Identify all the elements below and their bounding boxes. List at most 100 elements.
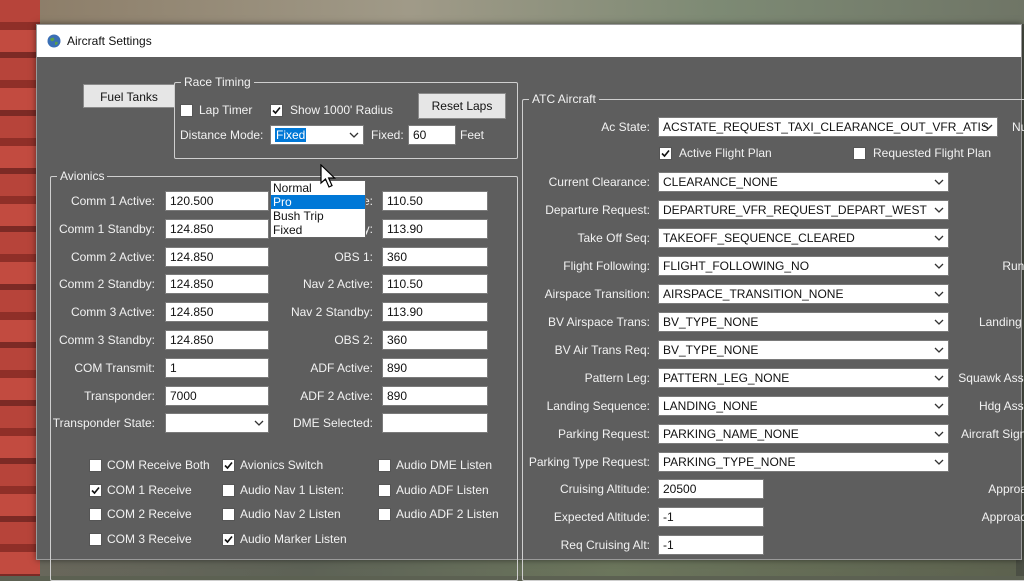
distance-mode-value: Fixed xyxy=(275,128,307,142)
chevron-down-icon xyxy=(934,179,944,185)
fixed-distance-input[interactable]: 60 xyxy=(408,125,456,145)
avionics-checkbox-label: Audio ADF 2 Listen xyxy=(396,507,499,521)
avionics-checkbox[interactable] xyxy=(222,532,235,546)
atc-field-value: BV_TYPE_NONE xyxy=(663,343,759,357)
avionics-field-input[interactable]: 124.850 xyxy=(165,302,269,323)
ac-state-clipped-label: Nu xyxy=(1012,120,1024,134)
avionics-checkbox[interactable] xyxy=(222,483,235,497)
ac-state-select[interactable]: ACSTATE_REQUEST_TAXI_CLEARANCE_OUT_VFR_A… xyxy=(658,117,998,137)
atc-side-label: Runw xyxy=(1002,259,1024,273)
check-icon xyxy=(272,106,281,115)
avionics-field-value: 124.850 xyxy=(170,333,214,347)
show-radius-label: Show 1000' Radius xyxy=(290,103,394,117)
dropdown-option[interactable]: Normal xyxy=(271,181,365,195)
avionics-field-input[interactable]: 110.50 xyxy=(382,191,488,211)
atc-field-select[interactable]: CLEARANCE_NONE xyxy=(658,172,949,192)
atc-side-label: Landing S xyxy=(978,315,1024,329)
avionics-field-input[interactable]: 890 xyxy=(382,357,488,378)
avionics-field-input[interactable]: 120.500 xyxy=(165,191,269,211)
reset-laps-button[interactable]: Reset Laps xyxy=(418,93,506,119)
avionics-field-label: Comm 1 Standby: xyxy=(58,221,155,236)
avionics-field-input[interactable]: 360 xyxy=(382,246,488,267)
avionics-checkbox[interactable] xyxy=(89,532,102,546)
avionics-checkbox[interactable] xyxy=(378,508,391,521)
backdrop-top-strip xyxy=(0,0,1024,24)
active-flight-plan-checkbox[interactable] xyxy=(659,147,672,160)
atc-field-input[interactable]: -1 xyxy=(658,507,764,527)
avionics-field-value: 1 xyxy=(170,360,177,375)
atc-field-select[interactable]: BV_TYPE_NONE xyxy=(658,312,949,332)
atc-field-select[interactable]: AIRSPACE_TRANSITION_NONE xyxy=(658,284,949,304)
lap-timer-checkbox[interactable] xyxy=(180,104,193,117)
chevron-down-icon xyxy=(934,403,944,409)
distance-mode-dropdown-list[interactable]: Normal Pro Bush Trip Fixed xyxy=(270,180,366,238)
avionics-field-input[interactable]: 360 xyxy=(382,330,488,350)
requested-flight-plan-checkbox[interactable] xyxy=(853,147,866,160)
chevron-down-icon xyxy=(934,235,944,241)
avionics-checkbox[interactable] xyxy=(89,459,102,472)
avionics-checkbox[interactable] xyxy=(89,508,102,521)
avionics-field-input[interactable]: 890 xyxy=(382,385,488,406)
avionics-field-value: 124.850 xyxy=(170,249,214,264)
transponder-state-select[interactable] xyxy=(165,413,269,434)
atc-field-label: Landing Sequence: xyxy=(546,399,650,413)
avionics-field-input[interactable]: 124.850 xyxy=(165,330,269,350)
chevron-down-icon xyxy=(934,459,944,465)
check-icon xyxy=(91,486,100,494)
atc-field-label: Parking Type Request: xyxy=(528,455,650,469)
atc-field-select[interactable]: FLIGHT_FOLLOWING_NO xyxy=(658,256,949,276)
title-bar[interactable]: Aircraft Settings xyxy=(37,25,1021,57)
window-title: Aircraft Settings xyxy=(67,34,152,48)
atc-field-select[interactable]: LANDING_NONE xyxy=(658,396,949,416)
atc-field-label: Cruising Altitude: xyxy=(559,482,650,496)
avionics-field-input[interactable]: 124.850 xyxy=(165,246,269,267)
avionics-field-label: COM Transmit: xyxy=(74,360,155,375)
atc-field-value: AIRSPACE_TRANSITION_NONE xyxy=(663,287,844,301)
atc-field-select[interactable]: PARKING_TYPE_NONE xyxy=(658,452,949,472)
atc-field-label: Parking Request: xyxy=(557,427,650,441)
chevron-down-icon xyxy=(934,375,944,381)
atc-field-select[interactable]: PARKING_NAME_NONE xyxy=(658,424,949,444)
avionics-field-input[interactable]: 110.50 xyxy=(382,274,488,295)
atc-field-select[interactable]: BV_TYPE_NONE xyxy=(658,340,949,360)
avionics-field-input[interactable]: 7000 xyxy=(165,385,269,406)
avionics-checkbox-label: COM 2 Receive xyxy=(107,507,192,521)
avionics-checkbox-label: Audio ADF Listen xyxy=(396,482,489,497)
avionics-field-input[interactable]: 113.90 xyxy=(382,218,488,239)
atc-field-select[interactable]: DEPARTURE_VFR_REQUEST_DEPART_WEST xyxy=(658,200,949,220)
chevron-down-icon xyxy=(934,319,944,325)
avionics-field-input[interactable]: 124.850 xyxy=(165,218,269,239)
avionics-field-label: OBS 1: xyxy=(334,249,373,264)
dropdown-option[interactable]: Bush Trip xyxy=(271,209,365,223)
avionics-field-label: OBS 2: xyxy=(334,333,373,347)
avionics-field-input[interactable]: 124.850 xyxy=(165,274,269,295)
distance-mode-select[interactable]: Fixed xyxy=(270,125,364,145)
avionics-checkbox[interactable] xyxy=(222,508,235,521)
chevron-down-icon xyxy=(254,420,264,427)
atc-field-input[interactable]: 20500 xyxy=(658,479,764,499)
avionics-field-input[interactable] xyxy=(382,413,488,434)
avionics-checkbox[interactable] xyxy=(378,483,391,497)
avionics-checkbox[interactable] xyxy=(89,483,102,497)
chevron-down-icon xyxy=(934,347,944,353)
atc-field-input[interactable]: -1 xyxy=(658,535,764,555)
feet-label: Feet xyxy=(460,128,485,142)
atc-field-select[interactable]: TAKEOFF_SEQUENCE_CLEARED xyxy=(658,228,949,248)
dropdown-option[interactable]: Pro xyxy=(271,195,365,209)
avionics-checkbox[interactable] xyxy=(222,459,235,472)
avionics-checkbox-label: COM 3 Receive xyxy=(107,531,192,546)
avionics-field-input[interactable]: 1 xyxy=(165,357,269,378)
atc-side-label: Approach xyxy=(981,510,1024,524)
avionics-checkbox[interactable] xyxy=(378,459,391,472)
chevron-down-icon xyxy=(983,124,993,130)
dropdown-option[interactable]: Fixed xyxy=(271,223,365,237)
distance-mode-label: Distance Mode: xyxy=(180,128,264,142)
avionics-field-label: ADF 2 Active: xyxy=(300,388,373,403)
atc-field-value: TAKEOFF_SEQUENCE_CLEARED xyxy=(663,231,855,245)
avionics-field-value: 124.850 xyxy=(170,305,214,320)
avionics-field-label: DME Selected: xyxy=(292,416,373,431)
atc-field-select[interactable]: PATTERN_LEG_NONE xyxy=(658,368,949,388)
avionics-field-input[interactable]: 113.90 xyxy=(382,302,488,323)
fuel-tanks-button[interactable]: Fuel Tanks xyxy=(83,84,175,108)
show-radius-checkbox[interactable] xyxy=(270,104,283,117)
